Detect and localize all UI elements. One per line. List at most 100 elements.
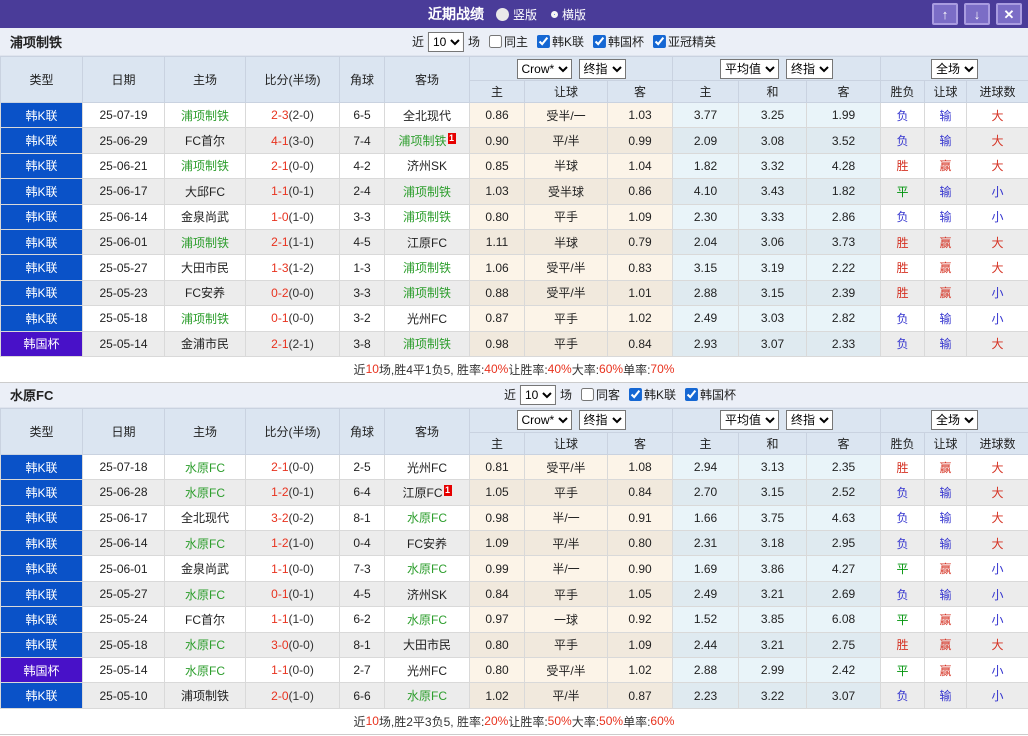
avg-away-odds: 6.08	[806, 606, 882, 633]
table-row: 韩K联 25-06-28 水原FC 1-2(0-1) 6-4 江原FC 1 1.05 平手 0.8…	[0, 479, 1028, 506]
corner-count: 3-2	[339, 305, 385, 332]
subcol-handicap-away: 客	[606, 80, 674, 103]
team-name: 济州SK	[406, 159, 447, 174]
avg-draw-odds: 3.21	[738, 631, 808, 659]
match-date: 25-05-18	[82, 631, 165, 659]
avg-draw-odds: 3.75	[738, 504, 808, 532]
avg-away-odds: 2.75	[806, 631, 882, 659]
match-date: 25-06-21	[82, 152, 165, 180]
subcol-let: 让球	[924, 431, 968, 455]
avg-away-odds: 2.86	[806, 203, 882, 230]
team-name: 大邱FC	[185, 184, 225, 199]
away-team: 光州FC	[384, 657, 470, 684]
team-name: 江原FC	[402, 485, 443, 500]
final-odds-select[interactable]: 终指	[578, 58, 626, 79]
match-date: 25-06-29	[82, 127, 165, 154]
result-goals: 小	[966, 555, 1028, 582]
fullmatch-select[interactable]: 全场	[931, 410, 979, 431]
handicap-home-odds: 0.98	[469, 330, 525, 357]
fulltime-score: 2-1	[271, 158, 289, 173]
same-home-checkbox[interactable]	[488, 35, 502, 48]
home-team: 浦项制铁	[164, 682, 246, 709]
col-header-corner: 角球	[339, 56, 385, 103]
league-checkbox[interactable]	[593, 35, 607, 48]
fulltime-score: 1-1	[271, 184, 289, 199]
team-name: 浦项制铁	[402, 261, 451, 276]
layout-radio-horizontal[interactable]: 横版	[551, 6, 586, 23]
home-team: 金浦市民	[164, 330, 246, 357]
avg-draw-odds: 3.86	[738, 555, 808, 582]
avg-away-odds: 3.73	[806, 228, 882, 256]
same-away-checkbox[interactable]	[580, 388, 594, 402]
team-name: 光州FC	[407, 460, 447, 475]
summary-text: 单率:	[623, 714, 651, 729]
home-team: 浦项制铁	[164, 228, 246, 256]
bookmaker-select[interactable]: Crow*	[516, 58, 572, 79]
result-winloss: 胜	[880, 279, 926, 307]
result-goals: 小	[966, 682, 1028, 709]
fulltime-score: 1-2	[271, 485, 289, 500]
match-count-select[interactable]: 10	[519, 384, 556, 405]
match-count-select[interactable]: 10	[427, 31, 464, 52]
final-odds-select[interactable]: 终指	[578, 410, 626, 431]
league-type-badge: 韩K联	[0, 682, 83, 709]
avg-draw-odds: 3.18	[738, 530, 808, 557]
league-checkbox[interactable]	[629, 388, 643, 402]
team-name: 光州FC	[407, 311, 447, 326]
league-checkbox[interactable]	[653, 35, 667, 48]
halftime-score: (0-0)	[288, 158, 314, 173]
handicap-away-odds: 1.09	[606, 631, 674, 659]
team-name: 浦项制铁	[180, 689, 229, 704]
avg-home-odds: 2.23	[672, 682, 740, 709]
bookmaker-select[interactable]: Crow*	[516, 410, 572, 431]
games-label: 场	[467, 35, 480, 49]
league-checkbox-label: 韩国杯	[700, 388, 737, 403]
average-select[interactable]: 平均值	[720, 410, 780, 431]
summary-text: 场,胜4平1负5, 胜率:	[378, 362, 485, 377]
team-name: 水原FC	[185, 638, 225, 653]
handicap-home-odds: 0.88	[469, 279, 525, 307]
match-date: 25-06-14	[82, 530, 165, 557]
halftime-score: (0-0)	[288, 663, 314, 678]
handicap-home-odds: 0.97	[469, 606, 525, 633]
final-odds-select2[interactable]: 终指	[786, 58, 834, 79]
league-checkbox[interactable]	[537, 35, 550, 48]
average-select[interactable]: 平均值	[720, 58, 780, 79]
fulltime-score: 3-0	[271, 637, 289, 652]
avg-home-odds: 2.49	[672, 305, 740, 332]
layout-radio-vertical[interactable]: 竖版	[495, 6, 537, 23]
avg-home-odds: 1.52	[672, 606, 740, 633]
subcol-winloss: 胜负	[880, 431, 926, 455]
home-team: 水原FC	[164, 530, 246, 557]
team-name: 水原FC	[185, 536, 225, 551]
summary-stat-value: 40%	[547, 362, 572, 377]
result-goals: 小	[966, 178, 1028, 205]
match-date: 25-05-27	[82, 580, 165, 608]
handicap-line: 平手	[524, 479, 608, 506]
team-name: 浦项制铁	[180, 108, 229, 123]
summary-stat-value: 50%	[599, 714, 624, 729]
league-checkbox[interactable]	[685, 388, 699, 402]
match-date: 25-05-27	[82, 254, 165, 281]
avg-away-odds: 4.63	[806, 504, 882, 532]
result-goals: 小	[966, 606, 1028, 633]
team-name: FC首尔	[185, 134, 225, 149]
handicap-away-odds: 1.09	[606, 203, 674, 230]
away-team: 水原FC	[384, 504, 470, 532]
move-down-button[interactable]: ↓	[964, 3, 990, 25]
move-up-button[interactable]: ↑	[932, 3, 958, 25]
league-type-badge: 韩K联	[0, 203, 83, 230]
avg-draw-odds: 3.06	[738, 228, 808, 256]
final-odds-select2[interactable]: 终指	[786, 410, 834, 431]
fullmatch-select[interactable]: 全场	[931, 58, 979, 79]
handicap-line: 平手	[524, 305, 608, 332]
table-row: 韩国杯 25-05-14 水原FC 1-1(0-0) 2-7 光州FC 0.80 受平/半 1.…	[0, 657, 1028, 684]
team-name: 大田市民	[180, 261, 229, 276]
handicap-line: 平手	[524, 580, 608, 608]
close-button[interactable]: ✕	[996, 3, 1022, 25]
summary-stat-value: 60%	[599, 362, 624, 377]
subcol-avg-draw: 和	[738, 431, 808, 455]
fulltime-score: 4-1	[271, 133, 289, 148]
team-name: 水原FC	[185, 485, 225, 500]
league-checkbox-label: 韩K联	[552, 35, 585, 49]
